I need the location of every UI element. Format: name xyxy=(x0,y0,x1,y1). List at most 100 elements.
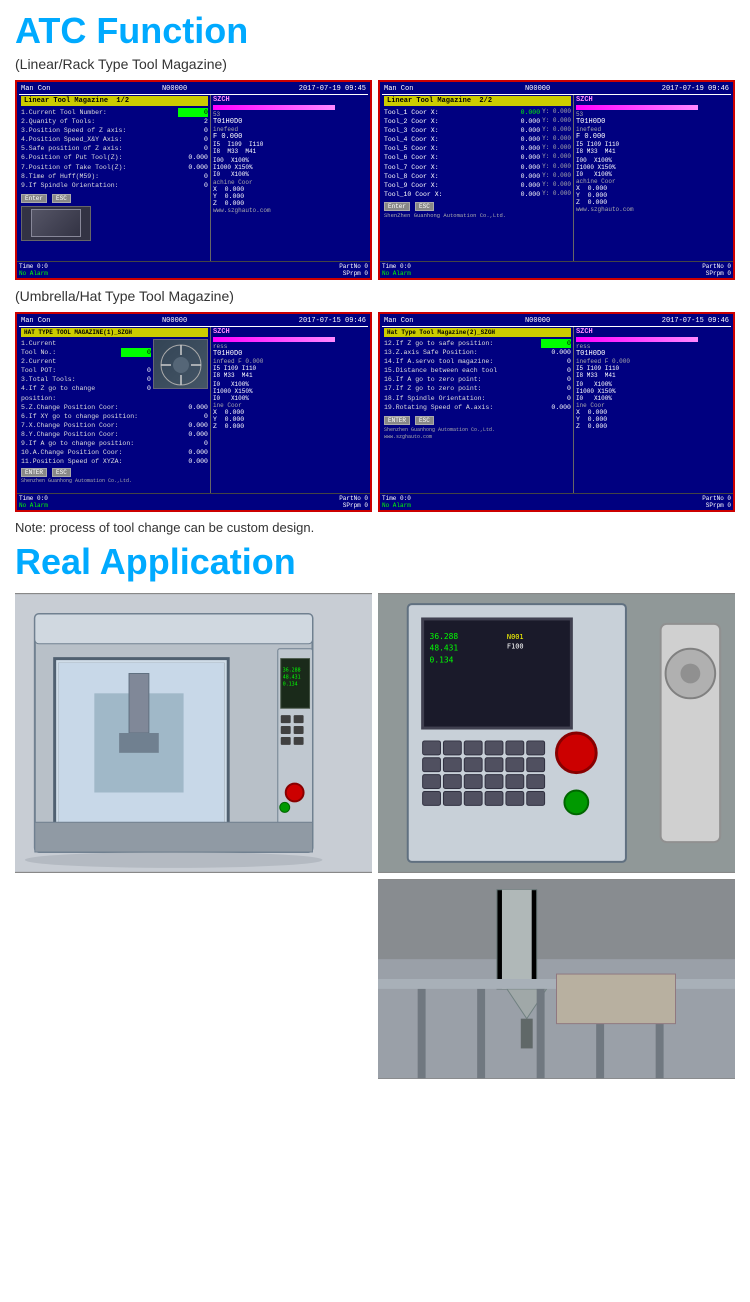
tool-code-2: T01H0D0 xyxy=(576,118,729,126)
cnc-row: 6.Position of Put Tool(Z): 0.000 xyxy=(21,153,208,162)
feedrate-1: F 0.000 xyxy=(213,133,366,141)
cnc-screen-2: Man Con N00000 2017-07-19 09:46 Linear T… xyxy=(378,80,735,280)
cnc-row: 2.Quanity of Tools: 2 xyxy=(21,117,208,126)
cnc-row: 19.Rotating Speed of A.axis: 0.000 xyxy=(384,403,571,412)
tool-row: Tool_9 Coor X:0.000Y: 0.000 xyxy=(384,181,571,190)
cnc-label-4: Hat Type Tool Magazine(2)_SZGH xyxy=(384,328,571,337)
cnc-row: 1.Current Tool Number: 0 xyxy=(21,108,208,117)
cnc-label-3: HAT TYPE TOOL MAGAZINE(1)_SZGH xyxy=(21,328,208,337)
status-2: No Alarm xyxy=(382,270,411,277)
subtitle-linear: (Linear/Rack Type Tool Magazine) xyxy=(15,56,735,72)
cnc-row: 10.A.Change Position Coor: 0.000 xyxy=(21,448,208,457)
press-label-1: 53 xyxy=(213,111,366,118)
cnc-row: 3.Total Tools: 0 xyxy=(21,375,151,384)
cnc-row: 8.Time of Huff(M59): 0 xyxy=(21,172,208,181)
cnc-label-1: Linear Tool Magazine 1/2 xyxy=(21,96,208,106)
esc-btn-2[interactable]: ESC xyxy=(415,202,434,211)
feed-bar-1 xyxy=(213,105,335,110)
real-app-title: Real Application xyxy=(15,541,735,583)
cnc-header-3: Man Con N00000 2017-07-15 09:46 xyxy=(19,316,368,327)
cnc-row: 5.Z.Change Position Coor: 0.000 xyxy=(21,403,208,412)
tool-row: Tool_3 Coor X:0.000Y: 0.000 xyxy=(384,126,571,135)
cnc-datetime-1: 2017-07-19 09:45 xyxy=(299,85,366,93)
cnc-row: Tool No.: 0 xyxy=(21,348,151,357)
cnc-mode-1: Man Con xyxy=(21,85,50,93)
cnc-row: 9.If A go to change position: 0 xyxy=(21,439,208,448)
tool-code-1: T01H0D0 xyxy=(213,118,366,126)
cnc-datetime-3: 2017-07-15 09:46 xyxy=(299,317,366,325)
prog-name-1: SZCH xyxy=(213,96,366,104)
cnc-row: 17.If Z go to zero point: 0 xyxy=(384,384,571,393)
time-label-1: Time 0:0 xyxy=(19,263,48,270)
cnc-row: 11.Position Speed of XYZA: 0.000 xyxy=(21,457,208,466)
esc-btn-3[interactable]: ESC xyxy=(52,468,71,477)
cnc-row: 9.If Spindle Orientation: 0 xyxy=(21,181,208,190)
enter-btn-4[interactable]: ENTER xyxy=(384,416,410,425)
svg-text:F100: F100 xyxy=(507,643,524,651)
tool-row: Tool_2 Coor X:0.000Y: 0.000 xyxy=(384,117,571,126)
svg-text:48.431: 48.431 xyxy=(430,644,459,653)
tool-row: Tool_8 Coor X:0.000Y: 0.000 xyxy=(384,172,571,181)
cnc-mode-3: Man Con xyxy=(21,317,50,325)
cnc-row: 5.Safe position of Z axis: 0 xyxy=(21,144,208,153)
feedrate-2: F 0.000 xyxy=(576,133,729,141)
cnc-row: 3.Position Speed of Z axis: 0 xyxy=(21,126,208,135)
page-title: ATC Function xyxy=(15,10,735,52)
cnc-row: 7.X.Change Position Coor: 0.000 xyxy=(21,421,208,430)
cnc-row: 15.Distance between each tool 0 xyxy=(384,366,571,375)
cnc-screen-1: Man Con N00000 2017-07-19 09:45 Linear T… xyxy=(15,80,372,280)
cnc-header-1: Man Con N00000 2017-07-19 09:45 xyxy=(19,84,368,95)
cnc-header-2: Man Con N00000 2017-07-19 09:46 xyxy=(382,84,731,95)
cnc-screen-4: Man Con N00000 2017-07-15 09:46 Hat Type… xyxy=(378,312,735,512)
cnc-row: 7.Position of Take Tool(Z): 0.000 xyxy=(21,163,208,172)
enter-btn-2[interactable]: Enter xyxy=(384,202,410,211)
tool-row: Tool_5 Coor X:0.000Y: 0.000 xyxy=(384,144,571,153)
tool-row: Tool_4 Coor X:0.000Y: 0.000 xyxy=(384,135,571,144)
svg-text:N001: N001 xyxy=(507,633,524,641)
tool-row: Tool_6 Coor X:0.000Y: 0.000 xyxy=(384,153,571,162)
tool-row: Tool_10 Coor X:0.000Y: 0.000 xyxy=(384,190,571,199)
cnc-mode-2: Man Con xyxy=(384,85,413,93)
control-panel-photo: 36.288 48.431 0.134 N001 F100 xyxy=(378,593,735,873)
esc-btn-4[interactable]: ESC xyxy=(415,416,434,425)
speeds-1: I5 I109 I110 I8 M33 M41 xyxy=(213,141,366,155)
cnc-row: 16.If A go to zero point: 0 xyxy=(384,375,571,384)
cnc-row: 13.Z.axis Safe Position: 0.000 xyxy=(384,348,571,357)
tool-row: Tool_7 Coor X:0.000Y: 0.000 xyxy=(384,163,571,172)
enter-btn-1[interactable]: Enter xyxy=(21,194,47,203)
cnc-machine-photo: 36.288 48.431 0.134 xyxy=(15,593,372,873)
feed-label-1: inefeed xyxy=(213,126,366,133)
cnc-prog-3: N00000 xyxy=(162,317,187,325)
closeup-photo xyxy=(378,879,735,1079)
cnc-row: 12.If Z go to safe position: 0 xyxy=(384,339,571,348)
cnc-row: Tool POT: 0 xyxy=(21,366,151,375)
cnc-row: 14.If A.servo tool magazine: 0 xyxy=(384,357,571,366)
svg-text:0.134: 0.134 xyxy=(430,656,454,665)
cnc-row: 4.Position Speed_X&Y Axis: 0 xyxy=(21,135,208,144)
cnc-row: 4.If Z go to change position: 0 xyxy=(21,384,151,402)
cnc-row: 2.Current xyxy=(21,357,151,366)
svg-text:36.288: 36.288 xyxy=(430,632,459,641)
photo-grid: 36.288 48.431 0.134 xyxy=(15,593,735,1079)
enter-btn-3[interactable]: ENTER xyxy=(21,468,47,477)
feed-bar-2 xyxy=(576,105,698,110)
tool-row: Tool_1 Coor X:0.000Y: 0.000 xyxy=(384,108,571,117)
cnc-row: 1.Current xyxy=(21,339,151,348)
partno-label-1: PartNo 0 xyxy=(339,263,368,270)
cnc-row: 18.If Spindle Orientation: 0 xyxy=(384,394,571,403)
svg-text:36.288: 36.288 xyxy=(283,668,301,674)
svg-text:48.431: 48.431 xyxy=(283,674,301,680)
subtitle-hat: (Umbrella/Hat Type Tool Magazine) xyxy=(15,288,735,304)
status-1: No Alarm xyxy=(19,270,48,277)
cnc-prog-2: N00000 xyxy=(525,85,550,93)
svg-text:0.134: 0.134 xyxy=(283,681,298,687)
esc-btn-1[interactable]: ESC xyxy=(52,194,71,203)
sprpm-label-1: SPrpm 0 xyxy=(343,270,368,277)
cnc-row: 8.Y.Change Position Coor: 0.000 xyxy=(21,430,208,439)
screenshot-grid-hat: Man Con N00000 2017-07-15 09:46 HAT TYPE… xyxy=(15,312,735,512)
company-2: ShenZhen Guanhong Automation Co.,Ltd. xyxy=(384,212,571,219)
cnc-row: 6.If XY go to change position: 0 xyxy=(21,412,208,421)
screenshot-grid-linear: Man Con N00000 2017-07-19 09:45 Linear T… xyxy=(15,80,735,280)
cnc-screen-3: Man Con N00000 2017-07-15 09:46 HAT TYPE… xyxy=(15,312,372,512)
cnc-datetime-2: 2017-07-19 09:46 xyxy=(662,85,729,93)
